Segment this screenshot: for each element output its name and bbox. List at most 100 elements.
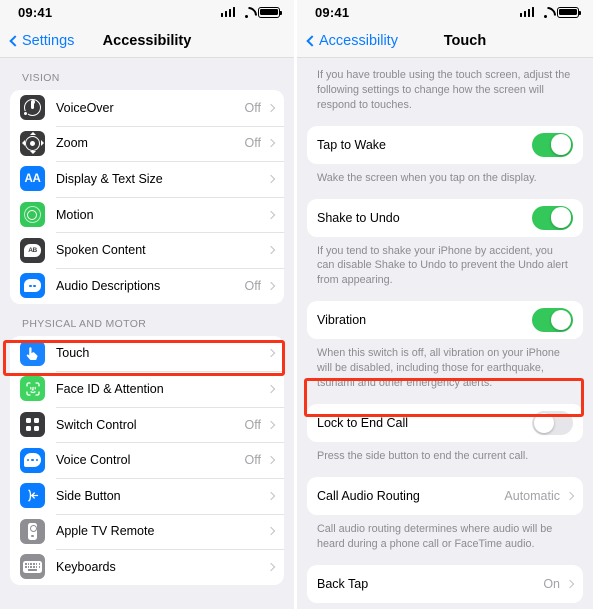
row-label: Face ID & Attention: [56, 381, 164, 396]
tap-to-wake-toggle[interactable]: [532, 132, 573, 157]
row-value: Off: [244, 417, 261, 432]
row-label: VoiceOver: [56, 100, 114, 115]
sidebar-item-motion[interactable]: Motion: [10, 196, 284, 233]
row-value: Off: [244, 278, 261, 293]
sidebar-item-switch-control[interactable]: Switch Control Off: [10, 406, 284, 443]
row-label: Audio Descriptions: [56, 278, 161, 293]
sidebar-item-spoken-content[interactable]: AB Spoken Content: [10, 232, 284, 268]
chevron-right-icon: [266, 139, 276, 148]
wifi-icon: [240, 7, 253, 18]
row-label: Apple TV Remote: [56, 524, 155, 539]
sidebar-item-zoom[interactable]: Zoom Off: [10, 125, 284, 162]
vibration-toggle[interactable]: [532, 308, 573, 333]
chevron-right-icon: [565, 579, 575, 588]
status-bar-indicators: [220, 6, 282, 18]
lock-to-end-call-description: Press the side button to end the current…: [317, 449, 529, 462]
vibration-description: When this switch is off, all vibration o…: [317, 347, 560, 390]
display-text-size-icon: AA: [20, 166, 45, 192]
back-tap-card: Back Tap On: [307, 564, 583, 603]
spoken-content-icon: AB: [20, 237, 45, 263]
row-value: Off: [244, 136, 261, 151]
row-label: Switch Control: [56, 417, 137, 432]
status-bar-time: 09:41: [315, 4, 350, 20]
voiceover-icon: [20, 95, 45, 121]
chevron-right-icon: [266, 349, 276, 358]
keyboards-icon: [20, 554, 45, 580]
row-label: Keyboards: [56, 559, 116, 574]
chevron-right-icon: [266, 527, 276, 536]
sidebar-item-side-button[interactable]: Side Button: [10, 477, 284, 514]
battery-icon: [557, 6, 581, 18]
right-nav-bar: Accessibility Touch: [297, 24, 593, 58]
wifi-icon: [539, 7, 552, 18]
lock-to-end-call-toggle[interactable]: [532, 410, 573, 435]
chevron-right-icon: [565, 491, 575, 501]
sidebar-item-voice-control[interactable]: Voice Control Off: [10, 442, 284, 478]
battery-icon: [258, 6, 282, 18]
setting-row-vibration[interactable]: Vibration: [307, 301, 583, 339]
row-label: Zoom: [56, 136, 88, 151]
row-label: Call Audio Routing: [317, 488, 420, 503]
sidebar-item-audio-descriptions[interactable]: Audio Descriptions Off: [10, 267, 284, 304]
sidebar-item-keyboards[interactable]: Keyboards: [10, 549, 284, 585]
row-label: Voice Control: [56, 453, 131, 468]
chevron-right-icon: [266, 174, 276, 184]
face-id-icon: [20, 376, 45, 402]
vibration-card: Vibration: [307, 301, 583, 340]
row-label: Vibration: [317, 313, 367, 328]
setting-row-lock-to-end-call[interactable]: Lock to End Call: [307, 404, 583, 442]
sidebar-item-voiceover[interactable]: VoiceOver Off: [10, 90, 284, 126]
call-audio-routing-description: Call audio routing determines where audi…: [317, 522, 553, 550]
setting-row-shake-to-undo[interactable]: Shake to Undo: [307, 199, 583, 237]
chevron-left-icon: [306, 34, 318, 47]
setting-row-tap-to-wake[interactable]: Tap to Wake: [307, 126, 583, 164]
dual-screen-container: 09:41 Settings Accessibility VISION Voic…: [0, 0, 593, 609]
section-header-physical-and-motor: PHYSICAL AND MOTOR: [22, 317, 147, 330]
left-nav-bar: Settings Accessibility: [0, 24, 294, 58]
apple-tv-remote-icon: [20, 518, 45, 544]
cellular-bars-icon: [519, 7, 534, 17]
back-to-settings-button[interactable]: Settings: [8, 33, 74, 49]
sidebar-item-face-id-attention[interactable]: Face ID & Attention: [10, 371, 284, 407]
shake-to-undo-toggle[interactable]: [532, 205, 573, 230]
back-to-accessibility-button[interactable]: Accessibility: [305, 33, 398, 49]
row-value: Off: [244, 453, 261, 468]
sidebar-item-touch[interactable]: Touch: [10, 336, 284, 372]
side-button-icon: [20, 483, 45, 509]
audio-descriptions-icon: [20, 273, 45, 299]
row-label: Spoken Content: [56, 243, 146, 258]
setting-row-call-audio-routing[interactable]: Call Audio Routing Automatic: [307, 477, 583, 515]
zoom-icon: [20, 130, 45, 156]
row-label: Motion: [56, 207, 94, 222]
row-label: Lock to End Call: [317, 415, 409, 430]
row-label: Tap to Wake: [317, 137, 387, 152]
row-label: Shake to Undo: [317, 210, 400, 225]
call-audio-routing-card: Call Audio Routing Automatic: [307, 476, 583, 515]
setting-row-back-tap[interactable]: Back Tap On: [307, 565, 583, 603]
chevron-right-icon: [266, 245, 276, 255]
chevron-right-icon: [266, 281, 276, 291]
chevron-right-icon: [266, 455, 276, 465]
chevron-right-icon: [266, 103, 276, 113]
row-label: Touch: [56, 346, 90, 361]
voice-control-icon: [20, 447, 45, 473]
chevron-right-icon: [266, 562, 276, 572]
chevron-left-icon: [9, 34, 21, 47]
sidebar-item-apple-tv-remote[interactable]: Apple TV Remote: [10, 513, 284, 550]
shake-to-undo-description: If you tend to shake your iPhone by acci…: [317, 244, 568, 287]
touch-settings-list: If you have trouble using the touch scre…: [297, 58, 593, 609]
chevron-right-icon: [266, 420, 276, 429]
sidebar-item-display-text-size[interactable]: AA Display & Text Size: [10, 161, 284, 197]
touch-icon: [20, 340, 45, 366]
status-bar-indicators: [519, 6, 581, 18]
right-phone-screen: 09:41 Accessibility Touch If you have tr…: [297, 0, 593, 609]
chevron-right-icon: [266, 384, 276, 394]
section-header-vision: VISION: [22, 72, 60, 84]
back-button-label: Accessibility: [319, 32, 398, 49]
shake-to-undo-card: Shake to Undo: [307, 198, 583, 237]
chevron-right-icon: [266, 210, 276, 219]
status-bar: 09:41: [297, 0, 593, 24]
row-label: Side Button: [56, 488, 121, 503]
row-value: Automatic: [504, 488, 560, 503]
status-bar: 09:41: [0, 0, 294, 24]
